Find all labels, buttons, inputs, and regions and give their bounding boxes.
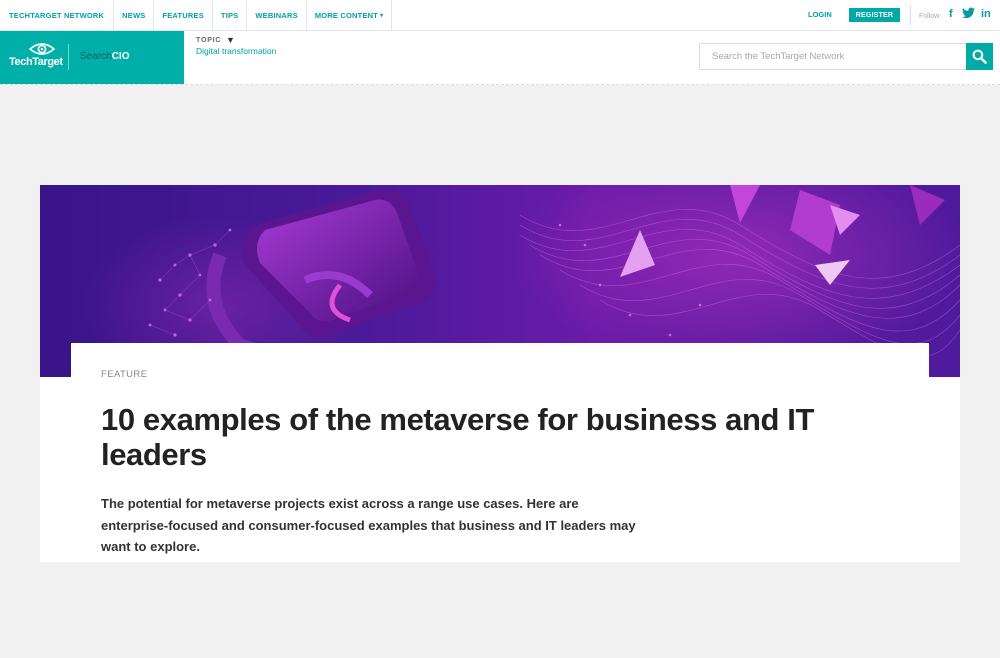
techtarget-logo-text: TechTarget [9, 56, 63, 68]
search-icon [972, 49, 987, 64]
site-prefix: Search [80, 51, 112, 62]
nav-features[interactable]: FEATURES [153, 0, 211, 30]
search-button[interactable] [966, 43, 993, 70]
nav-tips[interactable]: TIPS [211, 0, 246, 30]
facebook-icon[interactable]: f [949, 8, 953, 20]
chevron-down-icon: ▾ [380, 12, 384, 19]
brand-block[interactable]: TechTarget SearchCIO [0, 31, 184, 84]
site-name: SearchCIO [80, 51, 129, 62]
network-nav: TECHTARGET NETWORK NEWS FEATURES TIPS WE… [0, 0, 393, 30]
article-summary: The potential for metaverse projects exi… [101, 496, 636, 554]
techtarget-logo-icon [29, 43, 55, 55]
topic-link[interactable]: Digital transformation [196, 46, 276, 56]
linkedin-icon[interactable]: in [981, 8, 991, 20]
article-kicker: FEATURE [101, 369, 148, 380]
topic-dropdown-icon[interactable]: ▼ [226, 35, 235, 45]
nav-more-content[interactable]: MORE CONTENT ▾ [305, 0, 391, 30]
search-input[interactable] [699, 43, 967, 70]
login-link[interactable]: LOGIN [808, 10, 832, 19]
divider [910, 5, 911, 25]
twitter-icon[interactable] [962, 7, 975, 22]
site-suffix: CIO [111, 51, 130, 62]
nav-webinars[interactable]: WEBINARS [246, 0, 305, 30]
nav-divider [391, 0, 393, 30]
register-button[interactable]: REGISTER [849, 8, 900, 22]
follow-label: Follow: [919, 13, 942, 20]
nav-more-content-label: MORE CONTENT [314, 10, 379, 20]
article-header: FEATURE 10 examples of the metaverse for… [71, 343, 929, 562]
brand-divider [68, 44, 69, 70]
top-bar: TECHTARGET NETWORK NEWS FEATURES TIPS WE… [0, 0, 1000, 31]
site-header: TechTarget SearchCIO TOPIC ▼ Digital tra… [0, 31, 1000, 85]
topic-label[interactable]: TOPIC [196, 37, 221, 44]
article-title: 10 examples of the metaverse for busines… [101, 402, 815, 472]
nav-news[interactable]: NEWS [113, 0, 153, 30]
nav-techtarget-network[interactable]: TECHTARGET NETWORK [0, 0, 113, 30]
